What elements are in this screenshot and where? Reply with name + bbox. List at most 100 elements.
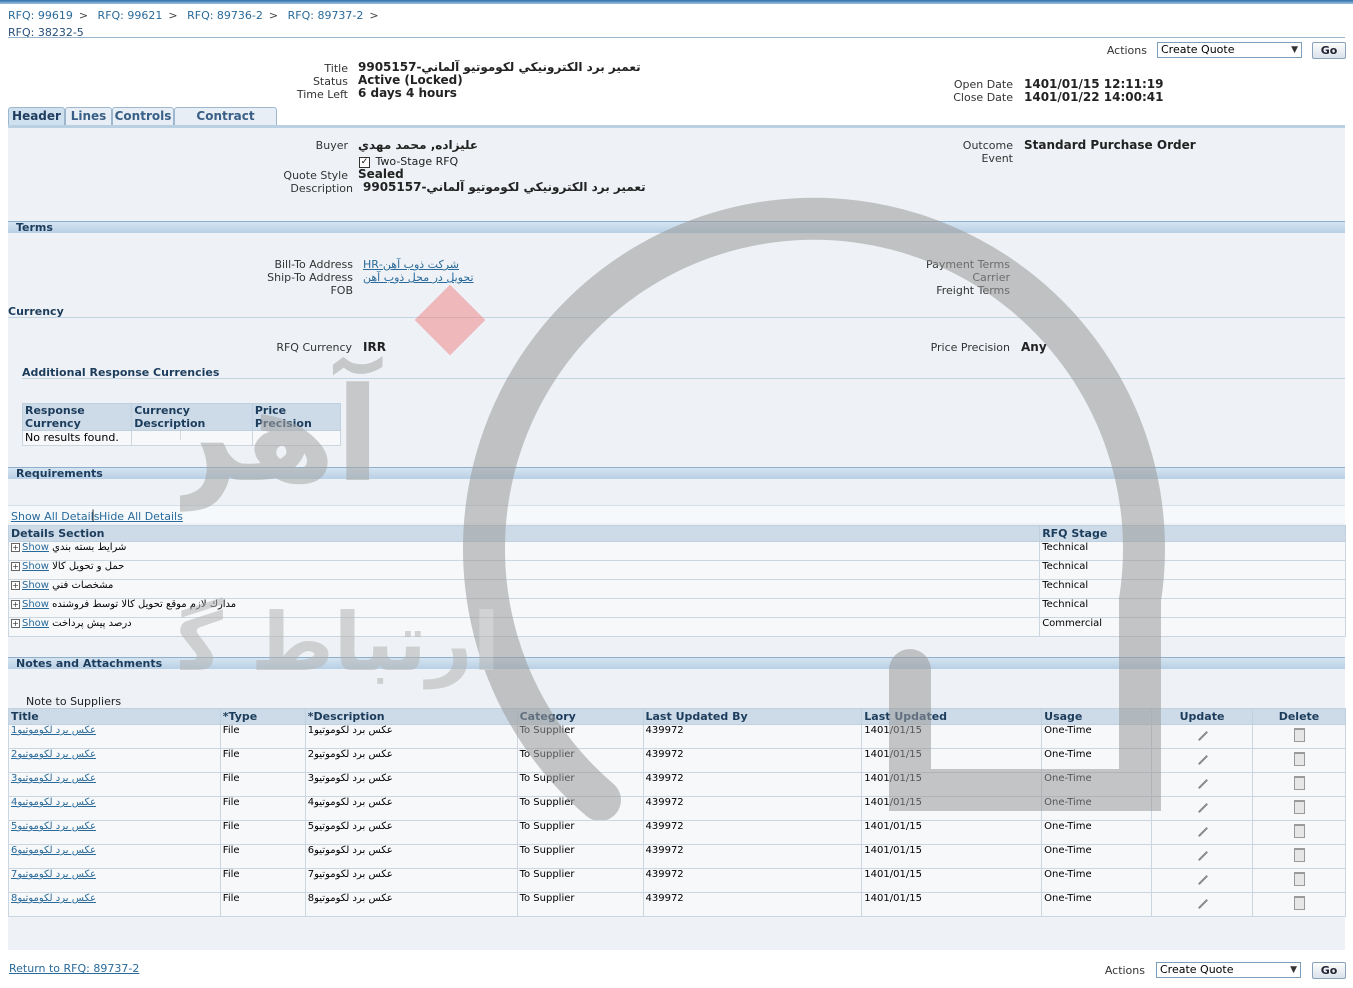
expand-icon[interactable]: + bbox=[11, 618, 20, 628]
expand-icon[interactable]: + bbox=[11, 542, 20, 552]
show-link[interactable]: Show bbox=[22, 580, 49, 591]
outcome-value: Standard Purchase Order bbox=[1024, 138, 1196, 152]
table-row: عكس برد لكوموتيو7 File عكس برد لكوموتيو7… bbox=[8, 868, 1346, 893]
trash-icon[interactable] bbox=[1293, 848, 1305, 862]
type-cell: File bbox=[219, 796, 306, 821]
go-button[interactable]: Go bbox=[1312, 42, 1346, 59]
show-link[interactable]: Show bbox=[22, 599, 49, 610]
pencil-icon[interactable] bbox=[1195, 729, 1209, 741]
return-link[interactable]: Return to RFQ: 89737-2 bbox=[9, 962, 139, 975]
column-header: Title bbox=[8, 708, 221, 725]
type-cell: File bbox=[219, 868, 306, 893]
description-cell: عكس برد لكوموتيو8 bbox=[304, 892, 518, 917]
fob-label: FOB bbox=[330, 284, 353, 297]
updated-date-cell: 1401/01/15 bbox=[861, 892, 1043, 917]
show-link[interactable]: Show bbox=[22, 618, 49, 629]
table-row: + Show مدارك لازم موقع تحويل كالا توسط فر… bbox=[7, 598, 1346, 618]
breadcrumb-link[interactable]: RFQ: 89736-2 bbox=[187, 9, 263, 22]
two-stage-checkbox[interactable]: ✓ bbox=[359, 156, 370, 168]
category-cell: To Supplier bbox=[516, 868, 644, 893]
table-row: + Show مشخصات فني Technical bbox=[7, 579, 1346, 599]
hide-all-details-link[interactable]: Hide All Details bbox=[99, 510, 183, 523]
requirements-section-header: Requirements bbox=[8, 467, 1345, 480]
pencil-icon[interactable] bbox=[1195, 753, 1209, 765]
pencil-icon[interactable] bbox=[1195, 777, 1209, 789]
expand-icon[interactable]: + bbox=[11, 561, 20, 571]
table-row: عكس برد لكوموتيو8 File عكس برد لكوموتيو8… bbox=[8, 892, 1346, 917]
table-row: عكس برد لكوموتيو3 File عكس برد لكوموتيو3… bbox=[8, 772, 1346, 797]
trash-icon[interactable] bbox=[1293, 728, 1305, 742]
usage-cell: One-Time bbox=[1041, 724, 1153, 749]
divider bbox=[22, 378, 1345, 379]
pencil-icon[interactable] bbox=[1195, 801, 1209, 813]
carrier-label: Carrier bbox=[972, 271, 1010, 284]
type-cell: File bbox=[219, 844, 306, 869]
updated-by-cell: 439972 bbox=[642, 772, 863, 797]
breadcrumb-link[interactable]: RFQ: 89737-2 bbox=[288, 9, 364, 22]
open-date-value: 1401/01/15 12:11:19 bbox=[1024, 77, 1164, 91]
column-header: Last Updated By bbox=[642, 708, 863, 725]
expand-icon[interactable]: + bbox=[11, 599, 20, 609]
category-cell: To Supplier bbox=[516, 820, 644, 845]
attachment-title-link[interactable]: عكس برد لكوموتيو3 bbox=[11, 773, 96, 784]
table-row: عكس برد لكوموتيو5 File عكس برد لكوموتيو5… bbox=[8, 820, 1346, 845]
attachment-title-link[interactable]: عكس برد لكوموتيو8 bbox=[11, 893, 96, 904]
usage-cell: One-Time bbox=[1041, 772, 1153, 797]
updated-date-cell: 1401/01/15 bbox=[861, 724, 1043, 749]
terms-section-header: Terms bbox=[8, 221, 1345, 234]
tab-controls[interactable]: Controls bbox=[112, 107, 174, 125]
rfq-currency-label: RFQ Currency bbox=[276, 341, 352, 354]
category-cell: To Supplier bbox=[516, 796, 644, 821]
tab-contract-terms[interactable]: Contract Terms bbox=[174, 107, 277, 140]
trash-icon[interactable] bbox=[1293, 800, 1305, 814]
attachment-title-link[interactable]: عكس برد لكوموتيو7 bbox=[11, 869, 96, 880]
actions-select-bottom[interactable]: Create Quote ▼ bbox=[1156, 962, 1301, 978]
trash-icon[interactable] bbox=[1293, 872, 1305, 886]
updated-date-cell: 1401/01/15 bbox=[861, 772, 1043, 797]
usage-cell: One-Time bbox=[1041, 796, 1153, 821]
attachment-title-link[interactable]: عكس برد لكوموتيو4 bbox=[11, 797, 96, 808]
show-link[interactable]: Show bbox=[22, 542, 49, 553]
divider bbox=[8, 37, 1345, 38]
updated-by-cell: 439972 bbox=[642, 748, 863, 773]
notes-section-header: Notes and Attachments bbox=[8, 657, 1345, 670]
attachment-title-link[interactable]: عكس برد لكوموتيو2 bbox=[11, 749, 96, 760]
column-header: Delete bbox=[1252, 708, 1346, 725]
show-all-details-link[interactable]: Show All Details bbox=[11, 510, 99, 523]
updated-date-cell: 1401/01/15 bbox=[861, 820, 1043, 845]
bill-to-link[interactable]: شركت ذوب آهن-HR bbox=[363, 258, 459, 271]
requirements-toolbar: Show All Details | Hide All Details bbox=[8, 505, 1345, 523]
actions-select[interactable]: Create Quote ▼ bbox=[1157, 42, 1302, 58]
updated-by-cell: 439972 bbox=[642, 892, 863, 917]
attachment-title-link[interactable]: عكس برد لكوموتيو5 bbox=[11, 821, 96, 832]
pencil-icon[interactable] bbox=[1195, 849, 1209, 861]
usage-cell: One-Time bbox=[1041, 844, 1153, 869]
requirement-name: مدارك لازم موقع تحويل كالا توسط فروشنده bbox=[52, 599, 237, 610]
tab-lines[interactable]: Lines bbox=[65, 107, 112, 125]
top-accent-bar bbox=[0, 0, 1353, 4]
requirements-table: Details Section RFQ Stage + Show شرايط بس… bbox=[7, 525, 1346, 637]
divider bbox=[8, 317, 1345, 318]
expand-icon[interactable]: + bbox=[11, 580, 20, 590]
rfq-currency-value: IRR bbox=[363, 340, 386, 354]
trash-icon[interactable] bbox=[1293, 896, 1305, 910]
breadcrumb-link[interactable]: RFQ: 99619 bbox=[8, 9, 73, 22]
table-row: + Show حمل و تحويل كالا Technical bbox=[7, 560, 1346, 580]
attachment-title-link[interactable]: عكس برد لكوموتيو1 bbox=[11, 725, 96, 736]
show-link[interactable]: Show bbox=[22, 561, 49, 572]
trash-icon[interactable] bbox=[1293, 824, 1305, 838]
pencil-icon[interactable] bbox=[1195, 873, 1209, 885]
column-header: Category bbox=[516, 708, 644, 725]
go-button-bottom[interactable]: Go bbox=[1312, 962, 1346, 979]
tab-header[interactable]: Header bbox=[8, 107, 65, 125]
pencil-icon[interactable] bbox=[1195, 825, 1209, 837]
breadcrumb-link[interactable]: RFQ: 99621 bbox=[98, 9, 163, 22]
pencil-icon[interactable] bbox=[1195, 897, 1209, 909]
trash-icon[interactable] bbox=[1293, 752, 1305, 766]
trash-icon[interactable] bbox=[1293, 776, 1305, 790]
price-precision-value: Any bbox=[1021, 340, 1047, 354]
attachment-title-link[interactable]: عكس برد لكوموتيو6 bbox=[11, 845, 96, 856]
outcome-label: Outcome bbox=[962, 139, 1013, 152]
ship-to-link[interactable]: تحويل در محل ذوب آهن bbox=[363, 271, 474, 284]
column-header: RFQ Stage bbox=[1039, 525, 1346, 542]
